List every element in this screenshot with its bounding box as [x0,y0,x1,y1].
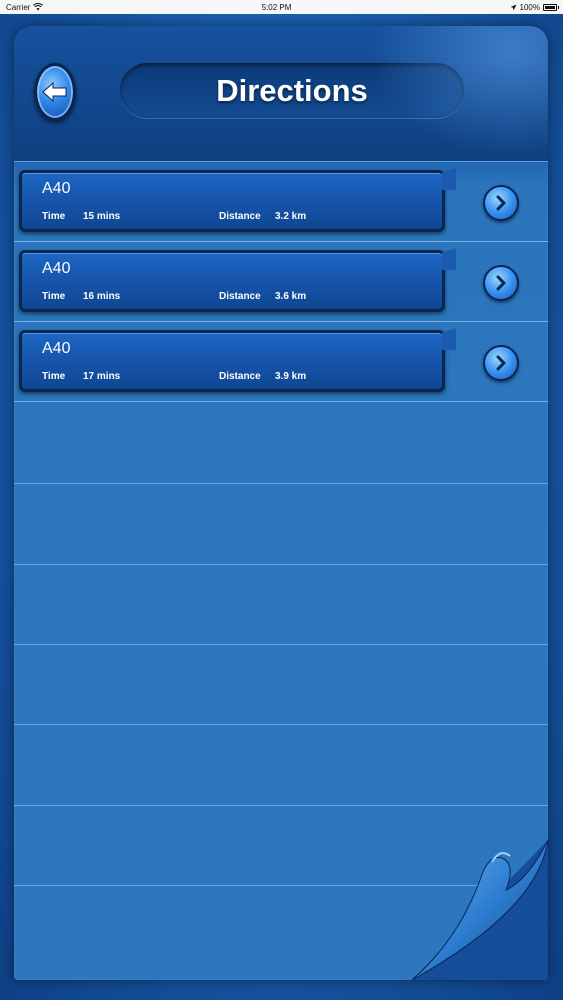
wifi-icon [33,3,44,11]
header: Directions [14,26,548,162]
route-name: A40 [42,260,71,277]
route-distance-value: 3.6 km [275,291,307,302]
route-card[interactable]: A40 Time 15 mins Distance 3.2 km [19,168,456,232]
route-name: A40 [42,340,71,357]
route-time-value: 15 mins [83,211,121,222]
battery-icon [543,3,559,11]
carrier-label: Carrier [6,2,31,12]
status-time: 5:02 PM [261,2,292,12]
route-details-button[interactable] [483,265,519,301]
title-pill: Directions [120,63,464,118]
empty-row-divider [14,564,548,565]
route-row[interactable]: A40 Time 16 mins Distance 3.6 km [14,244,548,322]
chevron-right-icon [496,355,506,371]
route-time-value: 16 mins [83,291,121,302]
route-distance-label: Distance [219,291,261,302]
chevron-right-icon [496,275,506,291]
back-button[interactable] [34,63,76,121]
route-details-button[interactable] [483,345,519,381]
route-card-tab [442,328,456,350]
empty-row-divider [14,644,548,645]
back-arrow-icon [42,82,67,102]
route-row[interactable]: A40 Time 17 mins Distance 3.9 km [14,324,548,402]
route-row[interactable]: A40 Time 15 mins Distance 3.2 km [14,164,548,242]
route-card[interactable]: A40 Time 17 mins Distance 3.9 km [19,328,456,392]
route-distance-label: Distance [219,371,261,382]
route-time-value: 17 mins [83,371,121,382]
battery-percent: 100% [519,2,540,12]
route-name: A40 [42,180,71,197]
empty-row-divider [14,483,548,484]
route-card-tab [442,248,456,270]
route-card-tab [442,168,456,190]
page-title: Directions [216,72,368,108]
route-time-label: Time [42,371,66,382]
route-details-button[interactable] [483,185,519,221]
status-bar: Carrier 5:02 PM 100% [0,0,563,14]
route-distance-value: 3.2 km [275,211,307,222]
route-time-label: Time [42,291,66,302]
route-distance-label: Distance [219,211,261,222]
empty-row-divider [14,724,548,725]
page-curl-decoration [411,839,548,980]
directions-panel: Directions A40 Time 15 mins Distance 3.2… [14,26,548,980]
route-distance-value: 3.9 km [275,371,307,382]
chevron-right-icon [496,195,506,211]
route-time-label: Time [42,211,66,222]
location-arrow-icon [510,4,517,10]
route-card[interactable]: A40 Time 16 mins Distance 3.6 km [19,248,456,312]
empty-row-divider [14,805,548,806]
